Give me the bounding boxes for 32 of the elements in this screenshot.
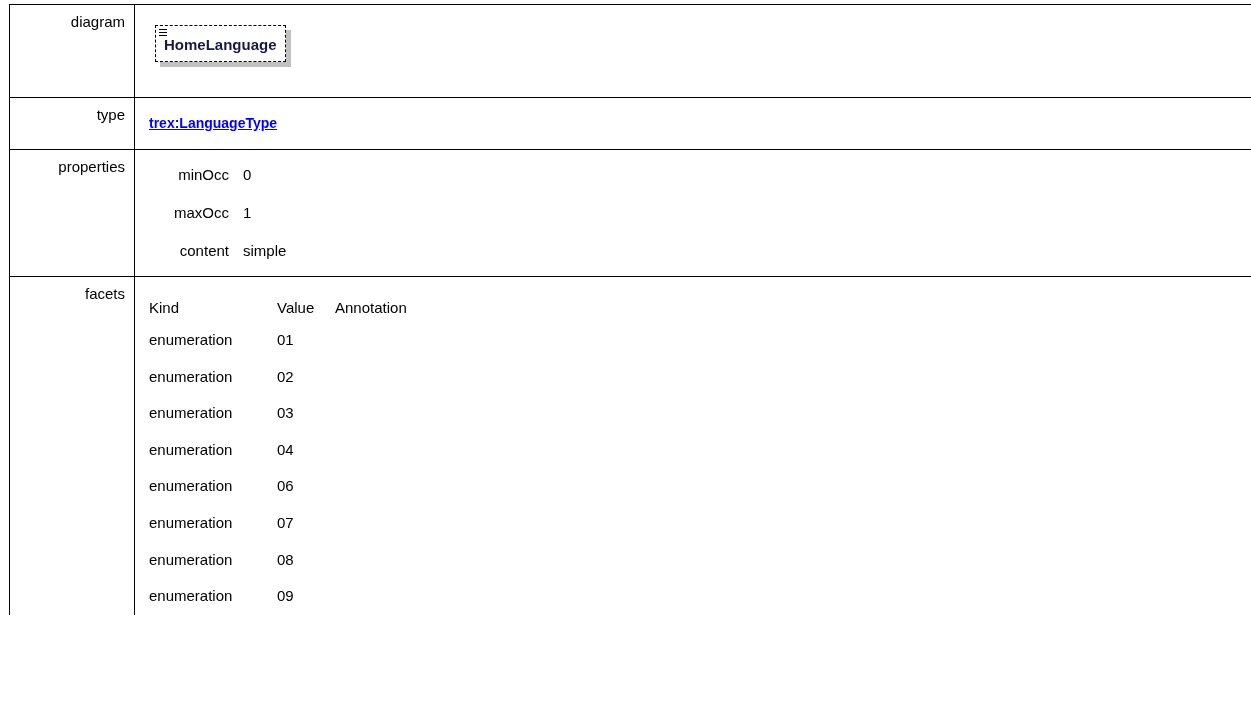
property-value: simple [243, 240, 287, 261]
facet-value: 06 [277, 476, 294, 497]
property-name: minOcc [177, 164, 229, 185]
row-label: diagram [70, 13, 125, 30]
element-name: HomeLanguage [164, 35, 277, 55]
column-header: Annotation [335, 298, 407, 318]
facet-kind: enumeration [149, 403, 234, 424]
property-value: 0 [243, 164, 252, 185]
row-label: type [96, 106, 125, 123]
facet-kind: enumeration [149, 513, 234, 533]
facet-value: 02 [277, 366, 294, 387]
facet-value: 09 [277, 586, 294, 607]
facet-value: 08 [277, 549, 294, 570]
facet-kind: enumeration [149, 366, 234, 387]
facet-kind: enumeration [149, 549, 234, 570]
facet-kind: enumeration [149, 439, 234, 460]
row-label: facets [84, 285, 125, 302]
facet-value: 07 [277, 513, 294, 533]
facet-kind: enumeration [149, 586, 234, 607]
facet-value: 03 [277, 403, 294, 424]
facet-kind: enumeration [149, 476, 234, 497]
facet-value: 04 [277, 439, 294, 460]
property-name: maxOcc [173, 202, 229, 223]
row-label: properties [58, 158, 125, 175]
type-link[interactable]: trex:LanguageType [149, 113, 278, 134]
column-header: Value [277, 298, 316, 318]
property-name: content [178, 240, 229, 261]
column-header: Kind [149, 298, 181, 318]
facet-value: 01 [277, 330, 294, 351]
property-value: 1 [243, 202, 252, 223]
list-icon [159, 29, 167, 36]
facet-kind: enumeration [149, 330, 234, 351]
